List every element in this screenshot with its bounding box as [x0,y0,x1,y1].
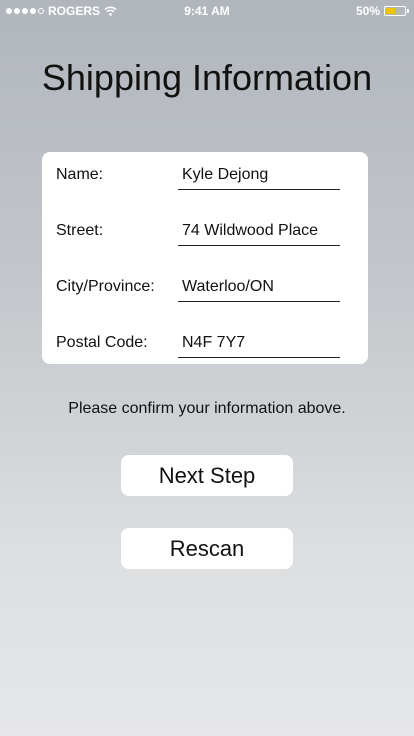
form-row-street: Street: [42,216,368,246]
battery-icon [384,6,409,16]
name-label: Name: [56,166,104,183]
battery-tip [407,9,409,13]
status-bar: ROGERS 9:41 AM 50% [0,0,414,22]
street-label: Street: [56,222,104,239]
page-title: Shipping Information [41,57,373,98]
postal-code-field[interactable] [178,328,340,358]
battery-percent: 50% [355,4,380,18]
form-row-name: Name: [42,160,368,190]
form-row-city: City/Province: [42,272,368,302]
city-province-field[interactable] [178,272,340,302]
status-time: 9:41 AM [184,4,230,18]
shipping-form-card: Name: Street: City/Province: Postal Code… [42,152,368,364]
status-right: 50% [355,4,409,18]
postal-code-label: Postal Code: [56,334,148,351]
city-province-label: City/Province: [56,278,155,295]
rescan-button[interactable]: Rescan [121,528,293,569]
battery-fill [386,8,395,14]
next-step-button[interactable]: Next Step [121,455,293,496]
street-field[interactable] [178,216,340,246]
form-row-postal: Postal Code: [42,328,368,358]
name-field[interactable] [178,160,340,190]
confirm-instructions: Please confirm your information above. [68,400,346,417]
